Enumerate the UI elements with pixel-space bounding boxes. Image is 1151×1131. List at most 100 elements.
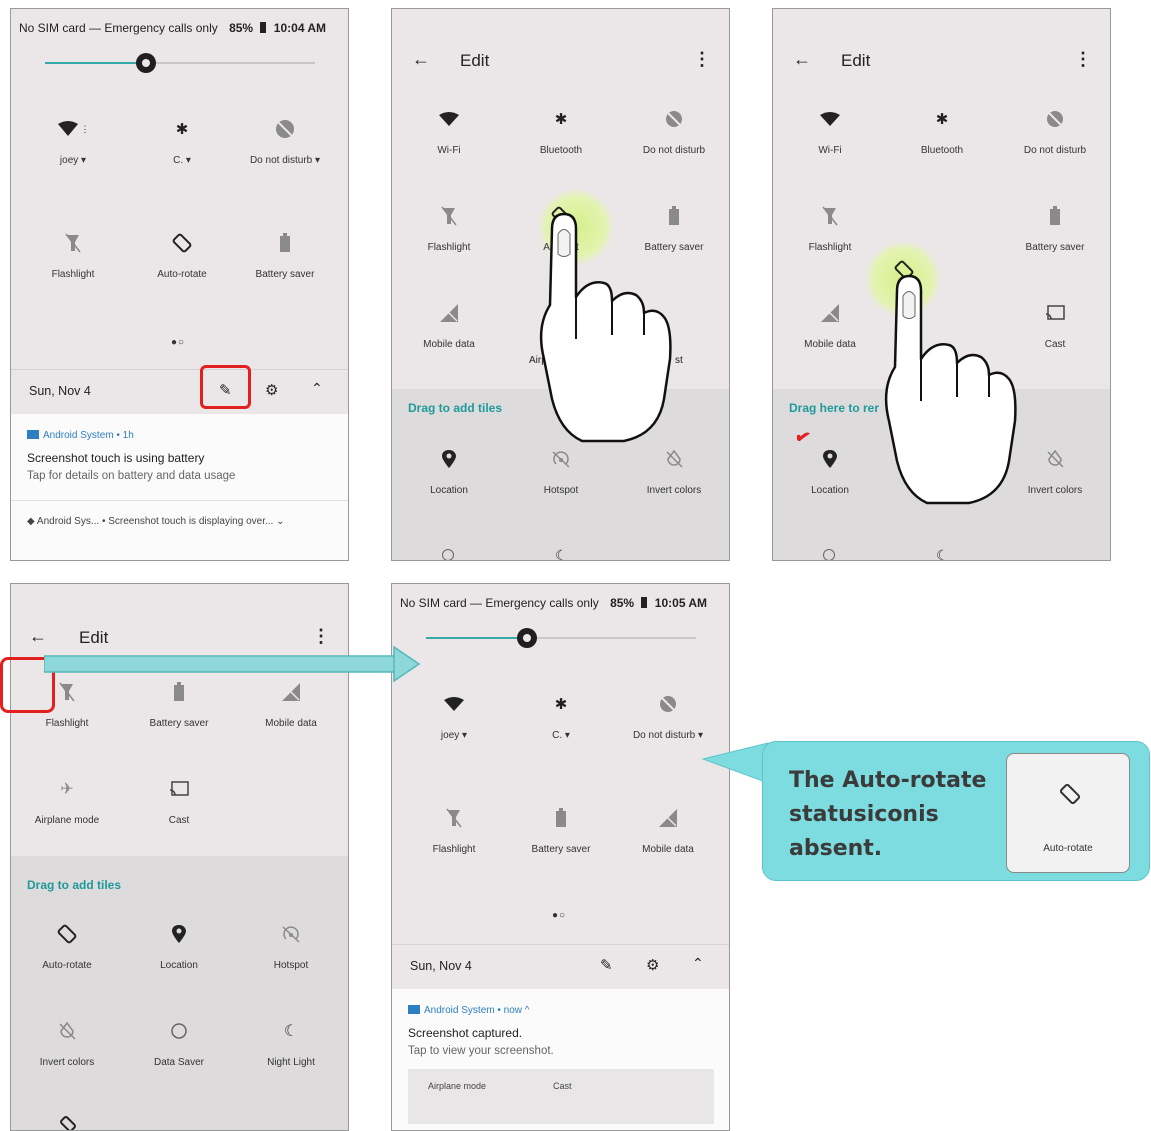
tile-wifi[interactable]: Wi-Fi bbox=[393, 107, 505, 156]
tile-location[interactable]: Location bbox=[123, 922, 235, 971]
location-pin-icon bbox=[123, 922, 235, 946]
battery-level: 85% bbox=[610, 596, 635, 610]
tile-do-not-disturb[interactable]: Do not disturb ▾ bbox=[229, 117, 341, 166]
night-light-icon: ☾ bbox=[283, 1023, 299, 1040]
brightness-slider[interactable] bbox=[136, 53, 156, 73]
back-arrow-icon[interactable]: ← bbox=[412, 49, 430, 70]
tile-do-not-disturb[interactable]: Do not disturb bbox=[999, 107, 1110, 156]
tile-flashlight[interactable]: Flashlight bbox=[393, 204, 505, 253]
tile-wifi[interactable]: joey ▾ bbox=[398, 692, 510, 741]
tile-night-light[interactable]: ☾ Night Light bbox=[235, 1019, 347, 1068]
more-options-icon[interactable]: ⋮ bbox=[312, 626, 330, 647]
back-arrow-icon[interactable]: ← bbox=[793, 49, 811, 70]
callout-bubble: The Auto-rotate statusiconis absent. Aut… bbox=[762, 741, 1150, 881]
screenshot-preview[interactable]: Airplane mode Cast bbox=[408, 1069, 714, 1124]
tile-flashlight[interactable]: Flashlight bbox=[17, 231, 129, 280]
collapse-chevron-icon[interactable]: ⌃ bbox=[311, 380, 323, 397]
date-label: Sun, Nov 4 bbox=[410, 959, 472, 973]
hotspot-icon bbox=[235, 922, 347, 946]
settings-gear-icon[interactable]: ⚙ bbox=[646, 956, 659, 974]
tile-bluetooth[interactable]: ✱ Bluetooth bbox=[886, 107, 998, 156]
notification-card[interactable]: Android System • now ^ Screenshot captur… bbox=[392, 989, 729, 1130]
tile-flashlight[interactable]: Flashlight bbox=[774, 204, 886, 253]
tile-airplane-mode[interactable]: ✈ Airplane mode bbox=[11, 777, 123, 826]
callout-text: The Auto-rotate statusiconis absent. bbox=[789, 768, 987, 861]
tile-bluetooth[interactable]: ✱ C. ▾ bbox=[505, 692, 617, 741]
invert-colors-icon bbox=[11, 1019, 123, 1043]
data-saver-icon bbox=[442, 549, 454, 560]
status-carrier-text: No SIM card — Emergency calls only bbox=[19, 21, 218, 35]
tile-battery-saver[interactable]: Battery saver bbox=[123, 680, 235, 729]
more-options-icon[interactable]: ⋮ bbox=[1074, 49, 1092, 70]
tile-battery-saver[interactable]: Battery saver bbox=[229, 231, 341, 280]
preview-label: Airplane mode bbox=[428, 1081, 487, 1091]
tile-invert-colors[interactable]: Invert colors bbox=[618, 447, 729, 496]
tile-battery-saver[interactable]: Battery saver bbox=[505, 806, 617, 855]
collapse-chevron-icon[interactable]: ⌃ bbox=[692, 955, 704, 972]
edit-title: Edit bbox=[460, 51, 490, 70]
add-tiles-area: Drag to add tiles Auto-rotate Location H… bbox=[11, 856, 348, 1130]
data-saver-icon bbox=[123, 1019, 235, 1043]
tile-mobile-data[interactable]: Mobile data bbox=[612, 806, 724, 855]
airplane-off-icon: ✈ bbox=[60, 781, 74, 798]
edit-app-bar: ← Edit ⋮ bbox=[773, 9, 1110, 89]
battery-saver-icon bbox=[229, 231, 341, 255]
tile-hotspot[interactable]: Hotspot bbox=[235, 922, 347, 971]
quick-settings-panel: No SIM card — Emergency calls only 85% 1… bbox=[10, 8, 349, 561]
more-options-icon[interactable]: ⋮ bbox=[693, 49, 711, 70]
tile-auto-rotate[interactable]: Auto-rotate bbox=[11, 922, 123, 971]
tile-auto-rotate[interactable]: Auto-rotate bbox=[126, 231, 238, 280]
night-light-icon: ☾ bbox=[555, 547, 568, 561]
tile-hotspot[interactable]: Hotspot bbox=[505, 447, 617, 496]
edit-app-bar: ← Edit ⋮ bbox=[392, 9, 729, 89]
tile-location[interactable]: Location bbox=[393, 447, 505, 496]
tile-location[interactable]: Location bbox=[774, 447, 886, 496]
tile-battery-saver[interactable]: Battery saver bbox=[999, 204, 1110, 253]
tile-mobile-data[interactable]: Mobile data bbox=[393, 301, 505, 350]
tile-data-saver[interactable]: Data Saver bbox=[123, 1019, 235, 1068]
arrow-connector bbox=[44, 645, 421, 683]
tile-wifi[interactable]: Wi-Fi bbox=[774, 107, 886, 156]
mobile-data-icon bbox=[774, 301, 886, 325]
notification-card[interactable]: Android System • 1h Screenshot touch is … bbox=[11, 414, 348, 560]
status-bar: No SIM card — Emergency calls only 85% 1… bbox=[400, 596, 707, 610]
wifi-icon bbox=[774, 107, 886, 131]
notification-title: Screenshot captured. bbox=[408, 1026, 523, 1040]
tile-label: Battery saver bbox=[255, 269, 315, 280]
tile-do-not-disturb[interactable]: Do not disturb ▾ bbox=[612, 692, 724, 741]
hand-pointer-icon bbox=[539, 212, 672, 443]
flashlight-off-icon bbox=[17, 231, 129, 255]
notification-secondary: ◆ Android Sys... • Screenshot touch is d… bbox=[27, 516, 285, 527]
callout-pointer bbox=[701, 742, 769, 784]
tile-bluetooth[interactable]: ✱ C. ▾ bbox=[126, 117, 238, 166]
settings-gear-icon[interactable]: ⚙ bbox=[265, 381, 278, 399]
brightness-slider[interactable] bbox=[517, 628, 537, 648]
back-arrow-icon[interactable]: ← bbox=[29, 626, 47, 647]
status-bar: No SIM card — Emergency calls only 85% 1… bbox=[19, 21, 326, 35]
tile-cast[interactable]: Cast bbox=[123, 777, 235, 826]
edit-tiles-panel-dragging: ← Edit ⋮ Wi-Fi ✱ Bluetooth Do not disturb… bbox=[772, 8, 1111, 561]
tile-label: Auto-rotate bbox=[1043, 843, 1093, 854]
tile-label: C. bbox=[173, 155, 184, 166]
battery-level: 85% bbox=[229, 21, 254, 35]
auto-rotate-icon bbox=[59, 1115, 77, 1130]
invert-colors-icon bbox=[618, 447, 729, 471]
edit-tiles-panel: ← Edit ⋮ Wi-Fi ✱ Bluetooth Do not disturb… bbox=[391, 8, 730, 561]
tile-bluetooth[interactable]: ✱ Bluetooth bbox=[505, 107, 617, 156]
tile-wifi[interactable]: ⋮ joey ▾ bbox=[17, 117, 129, 166]
preview-label: Cast bbox=[553, 1081, 572, 1091]
bluetooth-icon: ✱ bbox=[554, 696, 568, 713]
tile-do-not-disturb[interactable]: Do not disturb bbox=[618, 107, 729, 156]
bluetooth-icon: ✱ bbox=[935, 111, 949, 128]
tile-mobile-data[interactable]: Mobile data bbox=[774, 301, 886, 350]
battery-saver-icon bbox=[999, 204, 1110, 228]
battery-saver-icon bbox=[505, 806, 617, 830]
tile-mobile-data[interactable]: Mobile data bbox=[235, 680, 347, 729]
tile-flashlight[interactable]: Flashlight bbox=[398, 806, 510, 855]
location-pin-icon bbox=[393, 447, 505, 471]
tile-invert-colors[interactable]: Invert colors bbox=[11, 1019, 123, 1068]
tile-label: Flashlight bbox=[51, 269, 95, 280]
auto-rotate-tile-preview: Auto-rotate bbox=[1006, 753, 1130, 873]
section-header: Drag to add tiles bbox=[408, 401, 503, 415]
edit-pencil-icon[interactable]: ✎ bbox=[600, 956, 613, 974]
